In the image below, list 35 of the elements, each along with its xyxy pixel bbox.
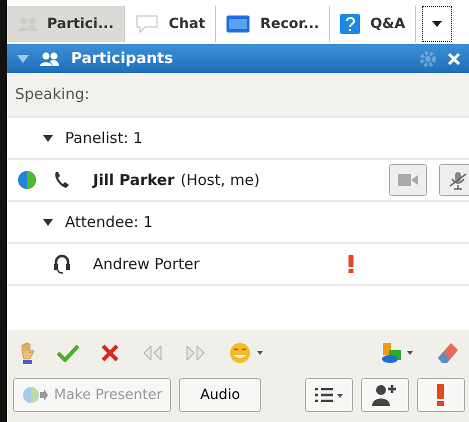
alert-button[interactable] — [417, 378, 465, 412]
list-menu-button[interactable] — [305, 378, 353, 412]
rec-icon — [226, 15, 250, 33]
more-tabs-button[interactable] — [422, 6, 452, 42]
participant-role: (Host, me) — [180, 170, 260, 191]
shapes-icon[interactable] — [381, 342, 415, 364]
video-camera-icon — [398, 174, 418, 186]
list-icon — [315, 388, 343, 402]
eraser-icon[interactable] — [437, 342, 459, 364]
ball-arrow-icon — [22, 386, 48, 404]
add-person-icon — [372, 384, 398, 406]
participant-name: Andrew Porter — [93, 254, 201, 275]
expand-caret-icon[interactable] — [43, 134, 53, 142]
group-label: Attendee: 1 — [65, 212, 153, 233]
cross-icon[interactable] — [101, 344, 119, 362]
group-label: Panelist: 1 — [65, 128, 143, 149]
caret-icon — [432, 21, 442, 27]
raise-hand-icon[interactable] — [19, 342, 35, 364]
panel-title: Participants — [71, 48, 174, 70]
close-icon[interactable] — [447, 52, 461, 66]
expand-caret-icon[interactable] — [43, 218, 53, 226]
mute-button[interactable] — [439, 164, 469, 196]
question-icon — [340, 14, 360, 34]
exclamation-icon — [437, 384, 445, 406]
check-icon[interactable] — [57, 344, 79, 362]
people-icon — [39, 50, 61, 66]
tab[interactable]: Partici... — [7, 6, 125, 42]
add-person-button[interactable] — [361, 378, 409, 412]
speech-bubble-icon — [134, 15, 159, 33]
collapse-caret-icon[interactable] — [17, 54, 29, 62]
muted-microphone-icon — [449, 170, 467, 190]
speaking-label: Speaking: — [7, 73, 469, 118]
emoji-icon[interactable] — [229, 342, 263, 364]
participant-name: Jill Parker — [93, 170, 174, 191]
audio-button[interactable]: Audio — [179, 378, 262, 412]
